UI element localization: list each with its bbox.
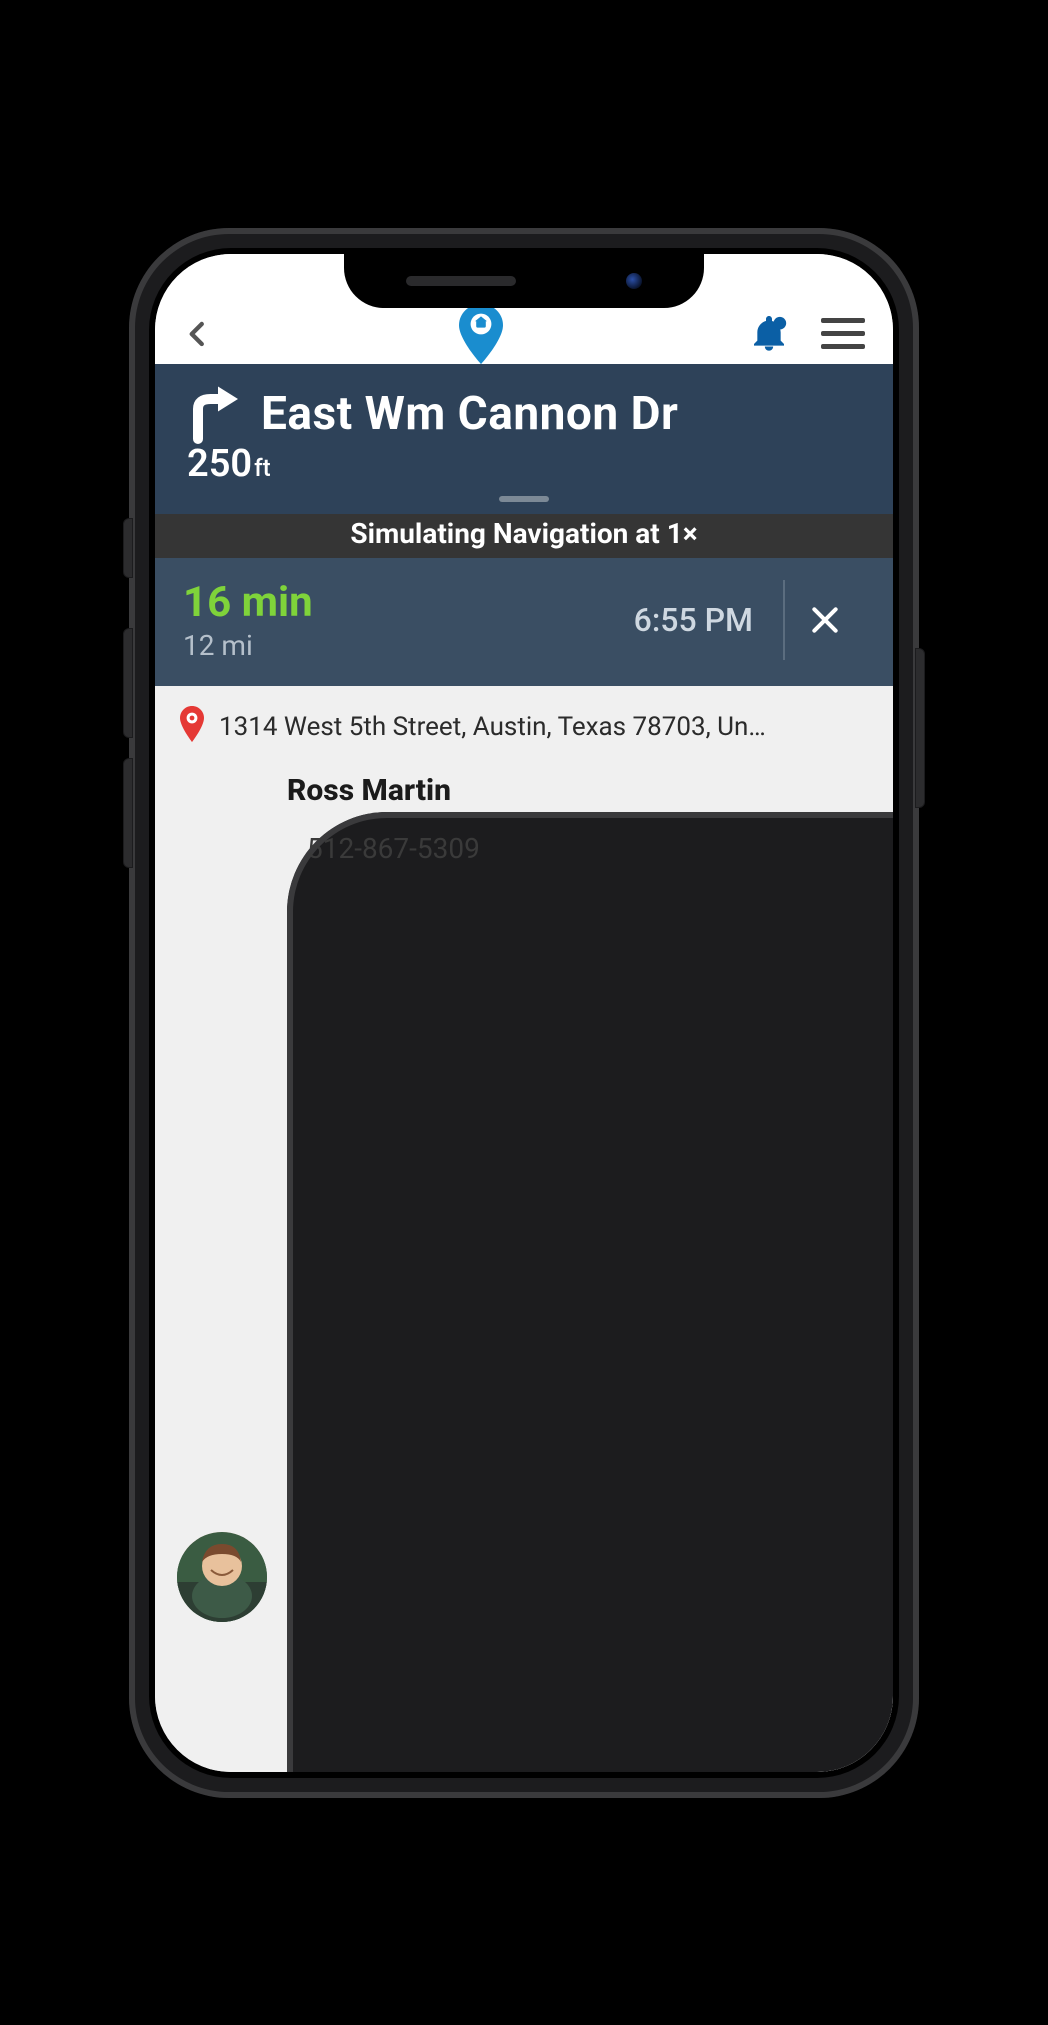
contact-name: Ross Martin: [287, 773, 893, 808]
power-button: [915, 648, 925, 808]
job-address-text: 1314 West 5th Street, Austin, Texas 7870…: [219, 712, 766, 742]
eta-distance: 12 mi: [183, 629, 634, 662]
notifications-button[interactable]: [749, 314, 789, 354]
contact-phone: 512-867-5309: [287, 812, 893, 1772]
avatar[interactable]: [177, 1532, 267, 1622]
job-address-row[interactable]: 1314 West 5th Street, Austin, Texas 7870…: [177, 706, 871, 749]
volume-down-button: [123, 758, 133, 868]
phone-screen: East Wm Cannon Dr 250ft Simulating Navig…: [155, 254, 893, 1772]
eta-bar: 16 min 12 mi 6:55 PM: [155, 558, 893, 686]
nav-instruction-banner[interactable]: East Wm Cannon Dr 250ft: [155, 364, 893, 514]
speaker-grille: [406, 276, 516, 286]
phone-frame: East Wm Cannon Dr 250ft Simulating Navig…: [129, 228, 919, 1798]
appbar-right: [749, 314, 865, 354]
nav-distance: 250ft: [187, 442, 865, 486]
nav-distance-unit: ft: [254, 454, 270, 482]
back-button[interactable]: [183, 308, 213, 360]
volume-up-button: [123, 628, 133, 738]
nav-street-name: East Wm Cannon Dr: [261, 387, 678, 441]
mute-switch: [123, 518, 133, 578]
nav-distance-value: 250: [187, 442, 252, 486]
eta-duration: 16 min: [183, 578, 634, 627]
eta-arrival-time: 6:55 PM: [634, 580, 785, 660]
front-camera: [626, 273, 642, 289]
turn-right-icon: [183, 384, 243, 444]
pin-icon: [177, 706, 207, 749]
end-navigation-button[interactable]: [785, 604, 865, 636]
app-logo-icon: [456, 304, 506, 364]
contact-row: Ross Martin 512-867-5309: [177, 773, 871, 1772]
job-card: 1314 West 5th Street, Austin, Texas 7870…: [155, 686, 893, 1772]
menu-button[interactable]: [821, 318, 865, 349]
drag-handle[interactable]: [499, 496, 549, 502]
phone-notch: [344, 254, 704, 308]
simulation-banner: Simulating Navigation at 1×: [155, 514, 893, 558]
